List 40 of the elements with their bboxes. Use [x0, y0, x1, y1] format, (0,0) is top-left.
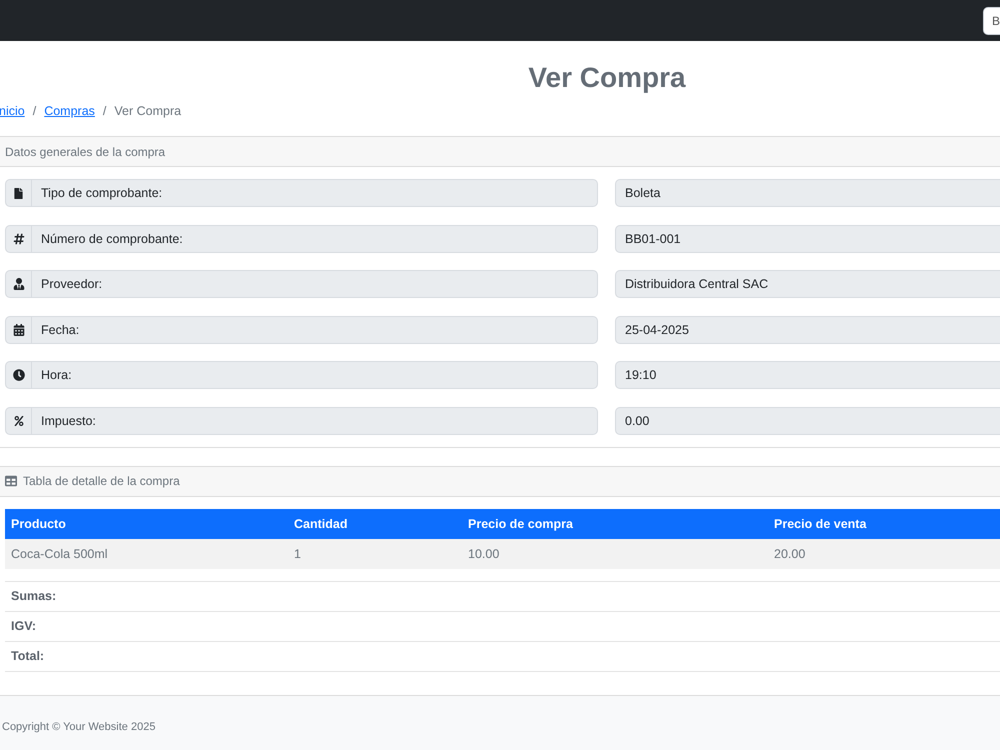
field-label: Impuesto: — [32, 406, 598, 434]
table-cell: 10.00 — [462, 538, 768, 568]
total-label: Total: — [11, 649, 44, 663]
table-cell: 20.00 — [768, 538, 1000, 568]
value-field: 25-04-2025 — [615, 316, 1000, 344]
column-header: Precio de venta — [768, 508, 1000, 538]
field-label: Fecha: — [32, 316, 598, 344]
table-cell: Coca-Cola 500ml — [5, 538, 288, 568]
breadcrumb-link[interactable]: Compras — [44, 104, 95, 118]
value-field: 19:10 — [615, 361, 1000, 389]
value-field: 0.00 — [615, 406, 1000, 434]
column-header: Precio de compra — [462, 508, 768, 538]
breadcrumb-separator: / — [102, 104, 106, 118]
card-title: Datos generales de la compra — [5, 144, 166, 158]
file-icon — [13, 188, 24, 198]
table-icon — [5, 475, 17, 487]
table-cell: 1 — [288, 538, 462, 568]
column-header: Cantidad — [288, 508, 462, 538]
hash-icon — [12, 232, 24, 244]
breadcrumb-link[interactable]: nicio — [0, 104, 25, 118]
field-label: Hora: — [32, 361, 598, 389]
copyright-text: Copyright © Your Website 2025 — [2, 721, 156, 733]
card-title: Tabla de detalle de la compra — [23, 474, 180, 488]
value-field: Boleta — [615, 179, 1000, 207]
percent-icon — [14, 416, 24, 426]
person-icon — [12, 278, 24, 290]
breadcrumb-current: Ver Compra — [114, 104, 182, 118]
clock-icon — [12, 369, 24, 381]
total-label: IGV: — [11, 619, 36, 633]
value-field: BB01-001 — [615, 224, 1000, 252]
breadcrumb-separator: / — [32, 104, 36, 118]
search-field[interactable]: B — [983, 6, 1000, 34]
field-label: Proveedor: — [32, 270, 598, 298]
field-label: Número de comprobante: — [32, 224, 598, 252]
total-label: Sumas: — [11, 589, 56, 603]
page-title: Ver Compra — [527, 61, 687, 95]
value-field: Distribuidora Central SAC — [615, 270, 1000, 298]
column-header: Producto — [5, 508, 288, 538]
field-label: Tipo de comprobante: — [32, 179, 598, 207]
calendar-icon — [12, 324, 24, 336]
